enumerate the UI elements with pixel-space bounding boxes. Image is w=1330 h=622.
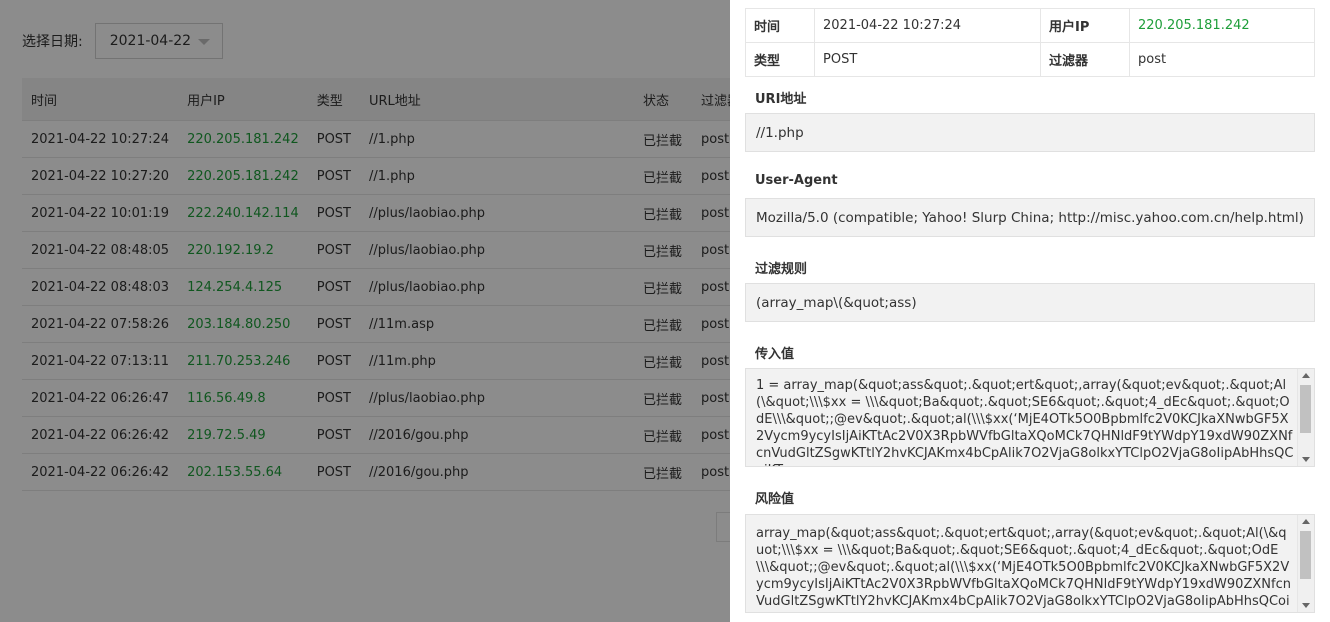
user-agent-value: Mozilla/5.0 (compatible; Yahoo! Slurp Ch… xyxy=(756,209,1304,226)
detail-time-label: 时间 xyxy=(745,8,815,43)
risk-value-text: array_map(&quot;ass&quot;.&quot;ert&quot… xyxy=(756,526,1291,612)
detail-filter-value: post xyxy=(1129,42,1315,77)
risk-value-scrollbar[interactable] xyxy=(1297,515,1314,612)
input-value-label: 传入值 xyxy=(755,347,795,362)
uri-field[interactable]: //1.php xyxy=(745,113,1315,152)
user-agent-label: User-Agent xyxy=(755,173,838,188)
scroll-thumb[interactable] xyxy=(1300,385,1311,433)
detail-drawer: 时间 2021-04-22 10:27:24 用户IP 220.205.181.… xyxy=(730,0,1330,622)
detail-time-value: 2021-04-22 10:27:24 xyxy=(814,8,1041,43)
scroll-up-icon[interactable] xyxy=(1302,373,1310,378)
scroll-down-icon[interactable] xyxy=(1302,457,1310,462)
detail-ip-label: 用户IP xyxy=(1040,8,1130,43)
filter-rule-value: (array_map\(&quot;ass) xyxy=(756,294,917,311)
input-value-textarea[interactable]: 1 = array_map(&quot;ass&quot;.&quot;ert&… xyxy=(745,368,1315,467)
user-agent-field[interactable]: Mozilla/5.0 (compatible; Yahoo! Slurp Ch… xyxy=(745,198,1315,237)
detail-type-value: POST xyxy=(814,42,1041,77)
risk-value-textarea[interactable]: array_map(&quot;ass&quot;.&quot;ert&quot… xyxy=(745,514,1315,613)
detail-ip-value: 220.205.181.242 xyxy=(1129,8,1315,43)
detail-info-table: 时间 2021-04-22 10:27:24 用户IP 220.205.181.… xyxy=(745,8,1315,77)
risk-value-label: 风险值 xyxy=(755,492,795,507)
detail-type-label: 类型 xyxy=(745,42,815,77)
detail-filter-label: 过滤器 xyxy=(1040,42,1130,77)
uri-label: URI地址 xyxy=(755,92,807,107)
modal-overlay[interactable] xyxy=(0,0,730,622)
input-value-scrollbar[interactable] xyxy=(1297,369,1314,466)
input-value-text: 1 = array_map(&quot;ass&quot;.&quot;ert&… xyxy=(756,378,1294,466)
filter-rule-label: 过滤规则 xyxy=(755,262,808,277)
scroll-thumb[interactable] xyxy=(1300,531,1311,579)
filter-rule-field[interactable]: (array_map\(&quot;ass) xyxy=(745,283,1315,322)
uri-value: //1.php xyxy=(756,124,804,141)
scroll-down-icon[interactable] xyxy=(1302,603,1310,608)
scroll-up-icon[interactable] xyxy=(1302,519,1310,524)
